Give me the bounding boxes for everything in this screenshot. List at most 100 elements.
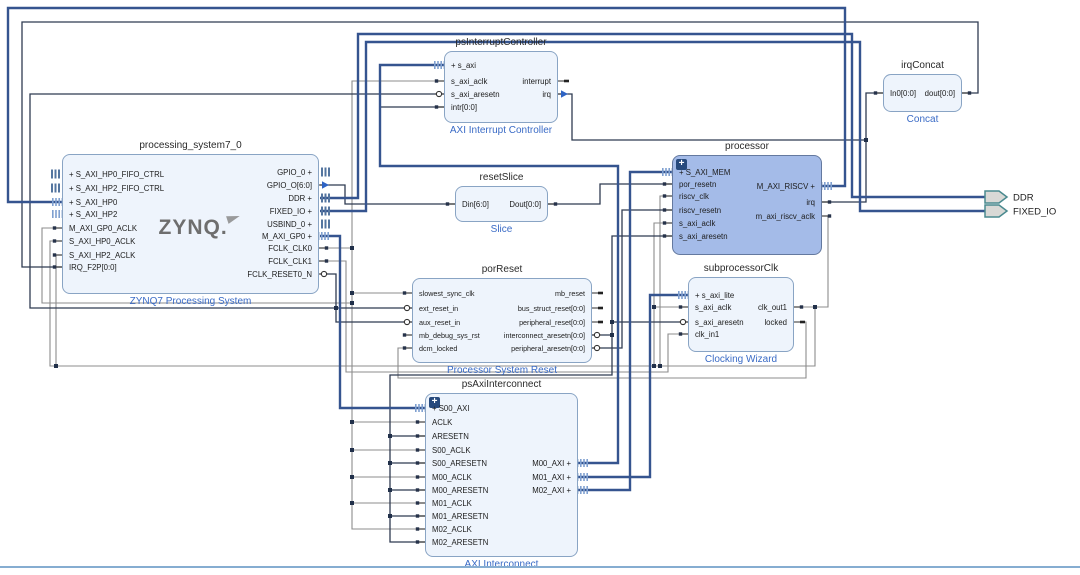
port-subprocessorclk-clk-in1[interactable]: clk_in1 [695,329,719,340]
port-psinterruptcontroller-irq[interactable]: irq [542,89,551,100]
port-processor-irq[interactable]: irq [806,197,815,208]
port-psaxiinterconnect-m02-aresetn[interactable]: M02_ARESETN [432,537,488,548]
port-porreset-peripheral-aresetn-0-0[interactable]: peripheral_aresetn[0:0] [511,343,585,354]
wire-sig[interactable] [320,184,455,205]
wire-junction [350,475,354,479]
block-subprocessorclk[interactable]: subprocessorClk Clocking Wizard + s_axi_li… [688,263,794,365]
port-irqconcat-in0-0-0[interactable]: In0[0:0] [890,88,916,99]
port-processor-riscv-clk[interactable]: riscv_clk [679,191,709,202]
port-processor-riscv-resetn[interactable]: riscv_resetn [679,205,721,216]
block-type-label: Concat [906,114,939,125]
port-resetslice-dout-0-0[interactable]: Dout[0:0] [509,199,541,210]
port-subprocessorclk-s-axi-lite[interactable]: + s_axi_lite [695,290,734,301]
port-psaxiinterconnect-m00-aresetn[interactable]: M00_ARESETN [432,485,488,496]
block-resetslice[interactable]: resetSlice Slice Din[6:0] Dout[0:0] [455,172,548,235]
port-processing-system7-0-usbind-0[interactable]: USBIND_0 + [267,219,312,230]
port-porreset-interconnect-aresetn-0-0[interactable]: interconnect_aresetn[0:0] [504,330,585,341]
port-porreset-aux-reset-in[interactable]: aux_reset_in [419,317,460,328]
port-processing-system7-0-s-axi-hp2-fifo-ctrl[interactable]: + S_AXI_HP2_FIFO_CTRL [69,183,164,194]
wire-junction [350,246,354,250]
port-processing-system7-0-s-axi-hp0-fifo-ctrl[interactable]: + S_AXI_HP0_FIFO_CTRL [69,169,164,180]
port-psaxiinterconnect-m00-axi[interactable]: M00_AXI + [532,458,571,469]
wire-junction [813,305,817,309]
port-porreset-mb-reset[interactable]: mb_reset [555,288,585,299]
external-port-ddr[interactable]: DDR [984,190,1034,204]
port-porreset-dcm-locked[interactable]: dcm_locked [419,343,457,354]
port-processing-system7-0-fclk-reset0-n[interactable]: FCLK_RESET0_N [247,269,312,280]
port-psaxiinterconnect-s00-aclk[interactable]: S00_ACLK [432,445,471,456]
svg-text:DDR: DDR [1013,193,1034,204]
wire-sig[interactable] [548,183,672,205]
port-subprocessorclk-s-axi-aresetn[interactable]: s_axi_aresetn [695,317,744,328]
wire-sig[interactable] [335,308,412,323]
wire-junction [864,138,868,142]
svg-text:FIXED_IO: FIXED_IO [1013,207,1056,218]
port-psinterruptcontroller-interrupt[interactable]: interrupt [522,76,551,87]
port-processor-s-axi-aresetn[interactable]: s_axi_aresetn [679,231,728,242]
port-porreset-bus-struct-reset-0-0[interactable]: bus_struct_reset[0:0] [518,303,585,314]
wire-sig[interactable] [558,92,883,141]
port-porreset-mb-debug-sys-rst[interactable]: mb_debug_sys_rst [419,330,480,341]
port-processing-system7-0-ddr[interactable]: DDR + [288,193,312,204]
port-processor-por-resetn[interactable]: por_resetn [679,179,716,190]
port-porreset-peripheral-reset-0-0[interactable]: peripheral_reset[0:0] [519,317,585,328]
wire-junction [54,364,58,368]
port-subprocessorclk-locked[interactable]: locked [764,317,787,328]
block-processing-system7-0[interactable]: processing_system7_0 ZYNQ7 Processing Sys… [62,140,319,307]
block-type-label: AXI Interconnect [464,559,539,570]
port-processing-system7-0-gpio-o-6-0[interactable]: GPIO_O[6:0] [267,180,312,191]
port-processing-system7-0-fclk-clk1[interactable]: FCLK_CLK1 [268,256,312,267]
port-processor-s-axi-mem[interactable]: + S_AXI_MEM [679,167,730,178]
port-processing-system7-0-s-axi-hp0[interactable]: + S_AXI_HP0 [69,197,117,208]
port-processing-system7-0-irq-f2p-0-0[interactable]: IRQ_F2P[0:0] [69,262,117,273]
block-body-subprocessorclk[interactable] [688,277,794,352]
block-design-canvas: DDR FIXED_IO processing_system7_0 ZYNQ7 Pr… [0,0,1080,575]
wire-junction [388,514,392,518]
port-irqconcat-dout-0-0[interactable]: dout[0:0] [925,88,955,99]
port-subprocessorclk-clk-out1[interactable]: clk_out1 [758,302,787,313]
port-processing-system7-0-s-axi-hp2[interactable]: + S_AXI_HP2 [69,209,117,220]
external-port-fixed-io[interactable]: FIXED_IO [984,204,1056,218]
wire-junction [350,420,354,424]
port-psaxiinterconnect-m01-aclk[interactable]: M01_ACLK [432,498,472,509]
port-psaxiinterconnect-s00-aresetn[interactable]: S00_ARESETN [432,458,487,469]
port-processing-system7-0-m-axi-gp0[interactable]: M_AXI_GP0 + [262,231,312,242]
block-psaxiinterconnect[interactable]: psAxiInterconnect AXI Interconnect + + S00_… [425,379,578,570]
wire-bus[interactable] [578,170,672,492]
wire-junction [658,364,662,368]
port-psinterruptcontroller-s-axi[interactable]: + s_axi [451,60,476,71]
block-title: processing_system7_0 [139,140,242,151]
port-processing-system7-0-fixed-io[interactable]: FIXED_IO + [270,206,312,217]
port-porreset-ext-reset-in[interactable]: ext_reset_in [419,303,458,314]
port-processing-system7-0-fclk-clk0[interactable]: FCLK_CLK0 [268,243,312,254]
port-psaxiinterconnect-m01-aresetn[interactable]: M01_ARESETN [432,511,488,522]
port-resetslice-din-6-0[interactable]: Din[6:0] [462,199,489,210]
port-psaxiinterconnect-s00-axi[interactable]: + S00_AXI [432,403,470,414]
block-title: psAxiInterconnect [461,379,542,390]
block-irqconcat[interactable]: irqConcat Concat In0[0:0] dout[0:0] [883,60,962,125]
port-psaxiinterconnect-aclk[interactable]: ACLK [432,417,452,428]
wire-junction [652,305,656,309]
port-processing-system7-0-s-axi-hp2-aclk[interactable]: S_AXI_HP2_ACLK [69,250,135,261]
port-psinterruptcontroller-intr-0-0[interactable]: intr[0:0] [451,102,477,113]
port-processing-system7-0-gpio-0[interactable]: GPIO_0 + [277,167,312,178]
port-subprocessorclk-s-axi-aclk[interactable]: s_axi_aclk [695,302,731,313]
port-processor-s-axi-aclk[interactable]: s_axi_aclk [679,218,715,229]
port-processing-system7-0-s-axi-hp0-aclk[interactable]: S_AXI_HP0_ACLK [69,236,135,247]
port-psaxiinterconnect-aresetn[interactable]: ARESETN [432,431,469,442]
port-psinterruptcontroller-s-axi-aresetn[interactable]: s_axi_aresetn [451,89,500,100]
port-psaxiinterconnect-m00-aclk[interactable]: M00_ACLK [432,472,472,483]
wire-junction [350,501,354,505]
block-type-label: Slice [490,224,513,235]
port-porreset-slowest-sync-clk[interactable]: slowest_sync_clk [419,288,475,299]
port-processor-m-axi-riscv[interactable]: M_AXI_RISCV + [757,181,815,192]
port-processing-system7-0-m-axi-gp0-aclk[interactable]: M_AXI_GP0_ACLK [69,223,137,234]
block-porreset[interactable]: porReset Processor System Reset slowest_sy… [412,264,592,376]
block-processor[interactable]: processor + + S_AXI_MEM por_resetn riscv_clk… [672,141,822,255]
port-psaxiinterconnect-m02-aclk[interactable]: M02_ACLK [432,524,472,535]
port-psaxiinterconnect-m01-axi[interactable]: M01_AXI + [532,472,571,483]
port-processor-m-axi-riscv-aclk[interactable]: m_axi_riscv_aclk [756,211,815,222]
port-psaxiinterconnect-m02-axi[interactable]: M02_AXI + [532,485,571,496]
port-psinterruptcontroller-s-axi-aclk[interactable]: s_axi_aclk [451,76,487,87]
block-psinterruptcontroller[interactable]: psInterruptController AXI Interrupt Contr… [444,37,558,136]
